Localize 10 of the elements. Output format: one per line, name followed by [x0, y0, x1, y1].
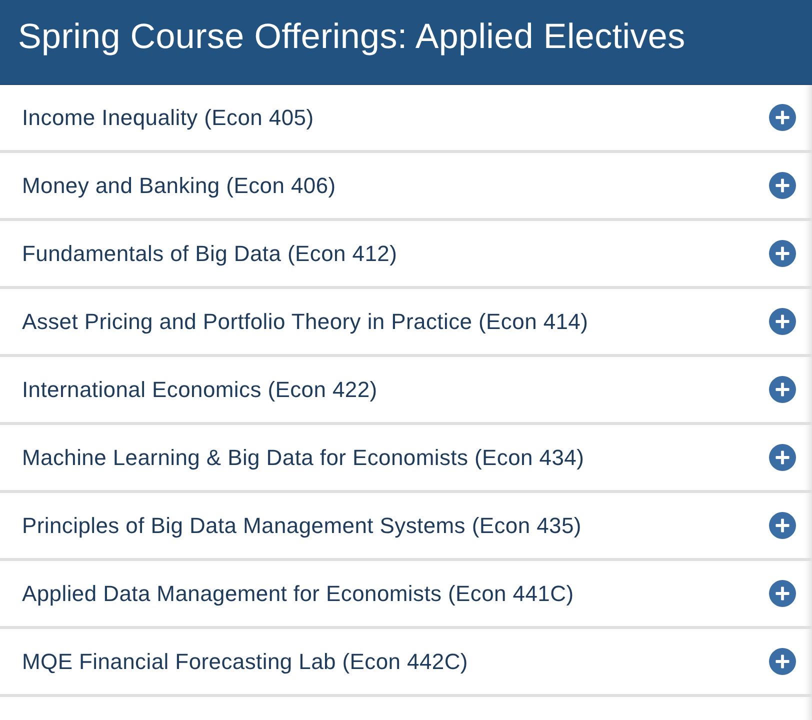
- accordion-item[interactable]: Money and Banking (Econ 406): [0, 153, 812, 218]
- accordion-item[interactable]: Asset Pricing and Portfolio Theory in Practice (Econ 414): [0, 289, 812, 354]
- accordion-item[interactable]: Machine Learning & Big Data for Economists (Econ 434): [0, 425, 812, 490]
- accordion-item[interactable]: Fundamentals of Big Data (Econ 412): [0, 221, 812, 286]
- page-title: Spring Course Offerings: Applied Electives: [18, 17, 686, 57]
- accordion-item[interactable]: Applied Data Management for Economists (Econ 441C): [0, 561, 812, 626]
- accordion-item[interactable]: International Economics (Econ 422): [0, 357, 812, 422]
- accordion-item[interactable]: MQE Financial Forecasting Lab (Econ 442C): [0, 629, 812, 694]
- accordion-item[interactable]: Principles of Big Data Management Systems (Econ 435): [0, 493, 812, 558]
- accordion-item[interactable]: Income Inequality (Econ 405): [0, 85, 812, 150]
